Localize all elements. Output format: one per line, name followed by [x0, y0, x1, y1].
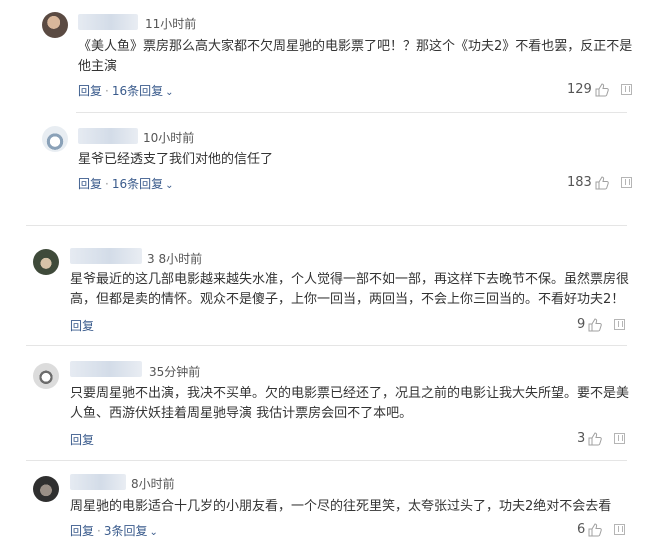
action-separator: ·	[105, 83, 109, 98]
divider	[26, 460, 627, 461]
reply-button[interactable]: 回复	[70, 522, 94, 539]
comment-actions: 回复 · 16条回复 ⌄	[78, 175, 174, 192]
report-icon[interactable]	[614, 524, 626, 535]
report-icon[interactable]	[614, 319, 626, 330]
replies-count-label: 3条回复	[103, 524, 148, 538]
comment-actions: 回复	[70, 431, 94, 448]
divider	[76, 112, 627, 113]
thumbs-up-icon[interactable]	[588, 317, 603, 332]
reply-button[interactable]: 回复	[70, 317, 94, 334]
comment-text: 周星驰的电影适合十几岁的小朋友看，一个尽的往死里笑，太夸张过头了，功夫2绝对不会…	[70, 499, 612, 514]
chevron-down-icon: ⌄	[149, 527, 158, 538]
comment-time: 11小时前	[145, 17, 197, 31]
comment-meta-right: 129	[567, 82, 632, 97]
username-redacted[interactable]	[70, 474, 126, 490]
comment-text: 星爷已经透支了我们对他的信任了	[78, 152, 274, 167]
view-replies-button[interactable]: 3条回复 ⌄	[104, 522, 158, 539]
comment-time: 3 8小时前	[147, 252, 203, 266]
username-redacted[interactable]	[78, 14, 138, 30]
comment-meta-right: 3	[577, 431, 626, 446]
like-count: 9	[577, 317, 586, 332]
replies-count-label: 16条回复	[111, 177, 164, 191]
comment-actions: 回复 · 3条回复 ⌄	[70, 522, 158, 539]
chevron-down-icon: ⌄	[165, 87, 174, 98]
comment-meta-right: 6	[577, 522, 626, 537]
like-count: 129	[567, 82, 592, 97]
view-replies-button[interactable]: 16条回复 ⌄	[112, 82, 174, 99]
avatar[interactable]	[33, 363, 59, 389]
comment-time: 8小时前	[131, 477, 175, 491]
username-redacted[interactable]	[70, 248, 142, 264]
reply-button[interactable]: 回复	[78, 82, 102, 99]
action-separator: ·	[97, 523, 101, 538]
replies-count-label: 16条回复	[111, 84, 164, 98]
comment-meta-right: 183	[567, 175, 632, 190]
thumbs-up-icon[interactable]	[588, 522, 603, 537]
like-count: 3	[577, 431, 586, 446]
reply-button[interactable]: 回复	[78, 175, 102, 192]
comment-text: 只要周星驰不出演，我决不买单。欠的电影票已经还了，况且之前的电影让我大失所望。要…	[70, 386, 630, 421]
divider	[26, 345, 627, 346]
comment-time: 10小时前	[143, 131, 195, 145]
report-icon[interactable]	[620, 84, 632, 95]
comment-text: 星爷最近的这几部电影越来越失水准，个人觉得一部不如一部，再这样下去晚节不保。虽然…	[70, 272, 630, 307]
like-count: 183	[567, 175, 592, 190]
username-redacted[interactable]	[70, 361, 142, 377]
action-separator: ·	[105, 176, 109, 191]
thumbs-up-icon[interactable]	[595, 82, 609, 97]
avatar[interactable]	[42, 126, 68, 152]
chevron-down-icon: ⌄	[165, 180, 174, 191]
reply-button[interactable]: 回复	[70, 431, 94, 448]
comment-text: 《美人鱼》票房那么高大家都不欠周星驰的电影票了吧！？那这个《功夫2》不看也罢，反…	[78, 39, 633, 74]
username-redacted[interactable]	[78, 128, 138, 144]
avatar[interactable]	[42, 12, 68, 38]
comment-time: 35分钟前	[149, 365, 201, 379]
like-count: 6	[577, 522, 586, 537]
comment-actions: 回复	[70, 317, 94, 334]
comment-meta-right: 9	[577, 317, 626, 332]
comment-actions: 回复 · 16条回复 ⌄	[78, 82, 174, 99]
divider	[26, 225, 627, 226]
report-icon[interactable]	[620, 177, 632, 188]
thumbs-up-icon[interactable]	[588, 431, 603, 446]
thumbs-up-icon[interactable]	[595, 175, 609, 190]
view-replies-button[interactable]: 16条回复 ⌄	[112, 175, 174, 192]
report-icon[interactable]	[614, 433, 626, 444]
avatar[interactable]	[33, 249, 59, 275]
avatar[interactable]	[33, 476, 59, 502]
